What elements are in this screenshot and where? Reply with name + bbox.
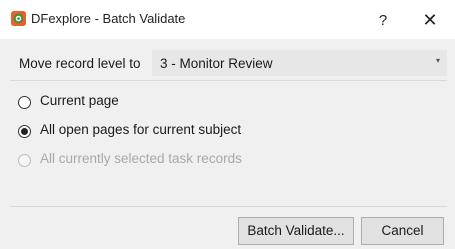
move-level-label: Move record level to <box>19 56 141 71</box>
cancel-button[interactable]: Cancel <box>361 217 444 245</box>
title-bar: DFexplore - Batch Validate ? ✕ <box>0 0 455 39</box>
dfexplore-app-icon <box>11 11 26 26</box>
current-page-radio[interactable] <box>18 96 31 109</box>
window-title: DFexplore - Batch Validate <box>31 11 186 26</box>
radio-selected-dot <box>21 128 28 135</box>
record-level-value: 3 - Monitor Review <box>160 56 273 71</box>
selected-task-records-label: All currently selected task records <box>40 151 242 166</box>
record-level-select[interactable]: 3 - Monitor Review ▾ <box>152 50 447 76</box>
divider <box>10 80 447 81</box>
all-open-pages-label: All open pages for current subject <box>40 122 242 137</box>
close-button[interactable]: ✕ <box>407 0 453 39</box>
chevron-down-icon: ▾ <box>435 56 440 65</box>
batch-validate-button[interactable]: Batch Validate... <box>238 217 354 245</box>
help-button[interactable]: ? <box>360 0 406 39</box>
all-open-pages-radio[interactable] <box>18 125 31 138</box>
divider <box>10 206 447 207</box>
current-page-label: Current page <box>40 93 119 108</box>
selected-task-records-radio <box>18 154 31 167</box>
